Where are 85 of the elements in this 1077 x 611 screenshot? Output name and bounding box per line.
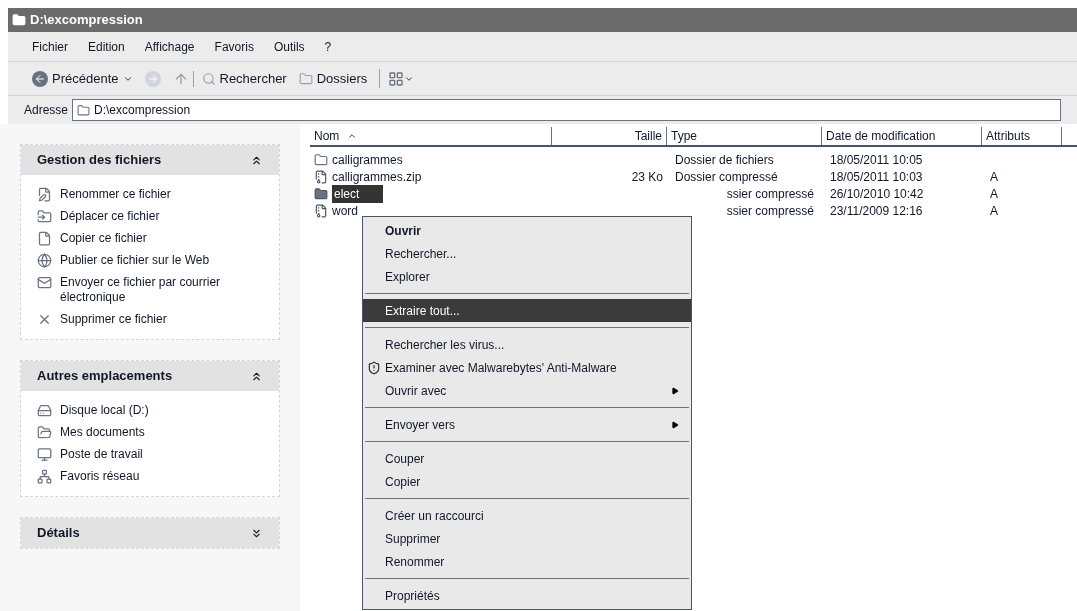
task-link[interactable]: Poste de travail [60, 447, 260, 462]
file-attributes: A [990, 203, 998, 218]
drive-icon [37, 403, 52, 418]
address-label: Adresse [24, 102, 69, 119]
file-date: 26/10/2010 10:42 [830, 186, 924, 201]
task-link[interactable]: Copier ce fichier [60, 231, 260, 246]
column-header[interactable]: Type [667, 127, 822, 145]
globe-icon [37, 253, 52, 268]
computer-icon [37, 447, 52, 462]
menu-option[interactable]: Rechercher les virus... [363, 333, 691, 356]
menu-option[interactable]: Renommer [363, 550, 691, 573]
menu-option[interactable]: Rechercher... [363, 242, 691, 265]
panel-header[interactable]: Détails [21, 518, 279, 548]
window-title: D:\excompression [30, 11, 143, 30]
file-date: 18/05/2011 10:03 [830, 169, 923, 184]
file-type: ssier compressé [726, 202, 814, 220]
menu-item[interactable]: ? [324, 37, 332, 56]
address-field[interactable]: D:\excompression [72, 99, 1061, 121]
task-link[interactable]: Envoyer ce fichier par courrier électronique [60, 275, 260, 305]
task-link[interactable]: Favoris réseau [60, 469, 260, 484]
menu-option[interactable]: Ouvrir [363, 219, 691, 242]
file-name[interactable]: calligrammes [332, 150, 403, 169]
task-link[interactable]: Disque local (D:) [60, 403, 260, 418]
file-date: 18/05/2011 10:05 [830, 152, 923, 167]
column-header[interactable]: Attributs [982, 127, 1062, 145]
folder-icon [314, 186, 328, 201]
menu-option[interactable]: Couper [363, 447, 691, 470]
folders-button[interactable]: Dossiers [294, 68, 381, 89]
menu-option[interactable]: Examiner avec Malwarebytes' Anti-Malware [363, 356, 691, 379]
task-link[interactable]: Publier ce fichier sur le Web [60, 253, 260, 268]
file-type: Dossier compressé [675, 168, 779, 186]
menu-option[interactable]: Envoyer vers [363, 413, 691, 436]
submenu-arrow-icon [671, 386, 679, 395]
folder-icon [314, 152, 328, 167]
file-name[interactable]: calligrammes.zip [332, 167, 422, 186]
file-edit-icon [37, 187, 52, 202]
task-link[interactable]: Mes documents [60, 425, 260, 440]
file-type: ssier compressé [726, 185, 814, 203]
menu-option[interactable]: Supprimer [363, 527, 691, 550]
panel-header[interactable]: Autres emplacements [21, 361, 279, 391]
views-icon [388, 70, 405, 87]
menu-item[interactable]: Fichier [32, 37, 68, 56]
menu-item[interactable]: Edition [88, 37, 125, 56]
menu-item[interactable]: Favoris [214, 37, 254, 56]
archive-icon [314, 169, 328, 184]
file-attributes: A [990, 169, 998, 184]
menu-option[interactable]: Propriétés [363, 584, 691, 607]
task-link[interactable]: Renommer ce fichier [60, 187, 260, 202]
envelope-icon [37, 275, 52, 290]
folder-icon [37, 425, 52, 440]
back-button[interactable]: Précédente [28, 68, 137, 89]
search-icon [201, 71, 216, 86]
file-name[interactable]: word [332, 201, 358, 220]
task-link[interactable]: Supprimer ce fichier [60, 312, 260, 327]
panel-header[interactable]: Gestion des fichiers [21, 145, 279, 175]
folder-icon [298, 71, 313, 86]
submenu-arrow-icon [671, 420, 679, 429]
menu-option[interactable]: Ouvrir avec [363, 379, 691, 402]
archive-icon [314, 203, 328, 218]
panel-title: Détails [37, 524, 80, 543]
task-link[interactable]: Déplacer ce fichier [60, 209, 260, 224]
file-size: 23 Ko [631, 168, 663, 186]
menu-item[interactable]: Outils [273, 37, 305, 56]
file-name[interactable]: elect [332, 184, 384, 203]
menu-option[interactable]: Explorer [363, 265, 691, 288]
folder-arrow-icon [37, 209, 52, 224]
document-icon [37, 231, 52, 246]
menu-option[interactable]: Extraire tout... [363, 299, 691, 322]
column-header[interactable]: Taille [552, 127, 667, 145]
file-date: 23/11/2009 12:16 [830, 203, 923, 218]
folder-icon [12, 13, 26, 27]
column-header[interactable]: Date de modification [822, 127, 982, 145]
file-type: Dossier de fichiers [675, 151, 775, 169]
menu-item[interactable]: Affichage [144, 37, 195, 56]
panel-title: Gestion des fichiers [37, 151, 162, 170]
search-button[interactable]: Rechercher [197, 68, 291, 89]
column-header[interactable]: Nom [310, 127, 552, 145]
menu-option[interactable]: Créer un raccourci [363, 504, 691, 527]
menu-option[interactable]: Copier [363, 470, 691, 493]
cross-icon [37, 312, 52, 327]
file-attributes: A [990, 186, 998, 201]
network-icon [37, 469, 52, 484]
panel-title: Autres emplacements [37, 367, 173, 386]
shield-icon [367, 360, 381, 375]
folder-icon [77, 103, 91, 117]
